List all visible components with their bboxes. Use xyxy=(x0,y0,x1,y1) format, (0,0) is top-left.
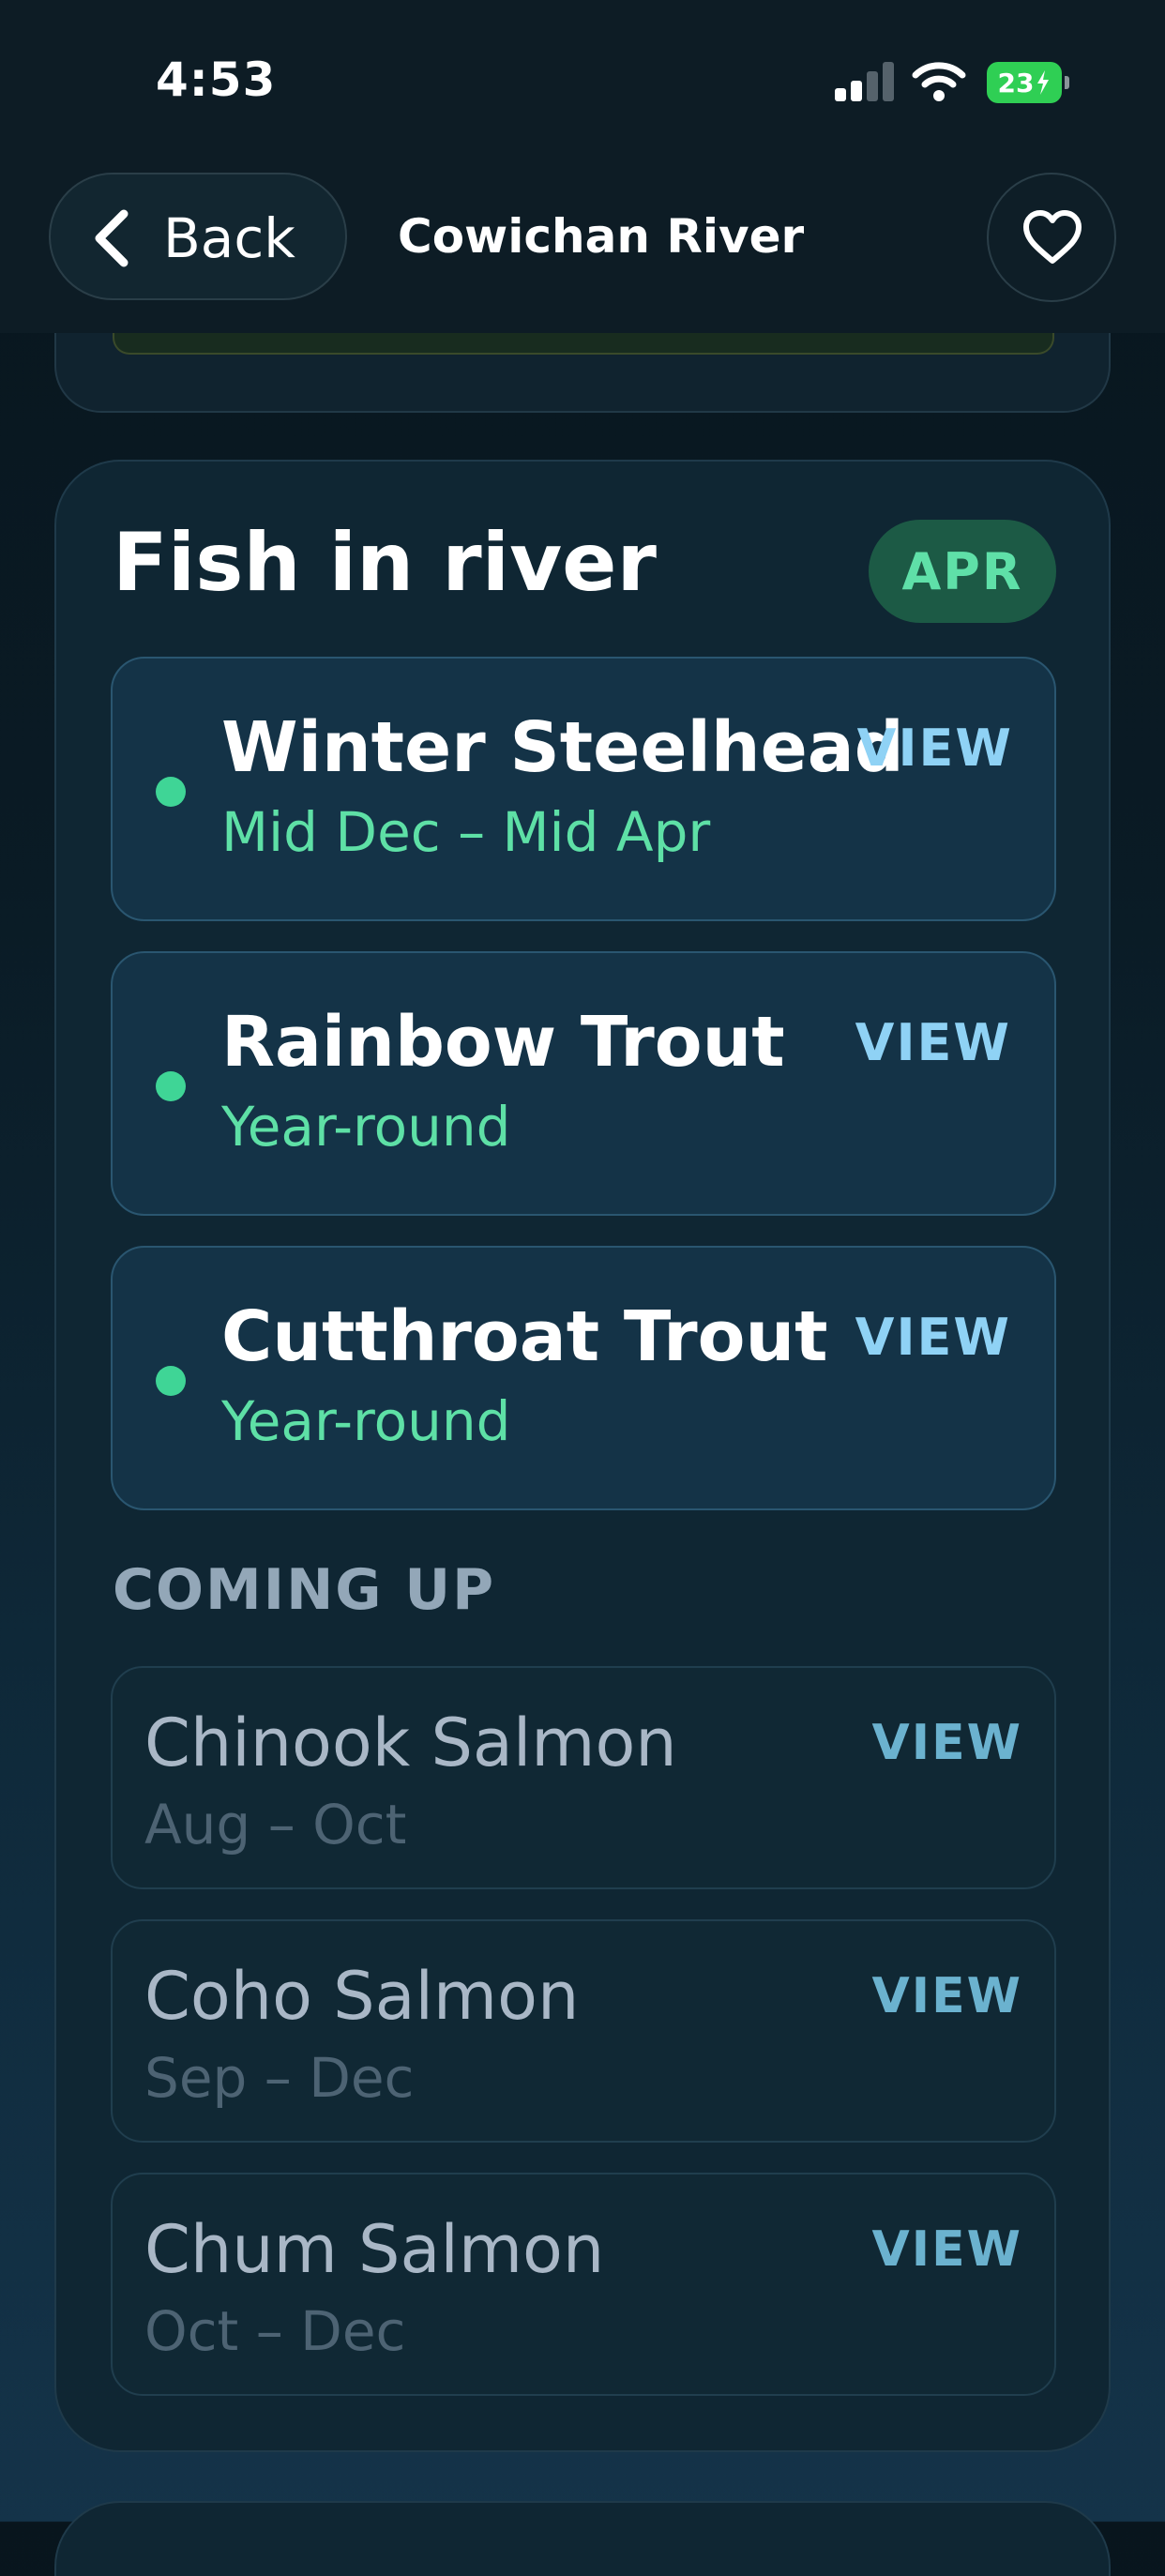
battery-charging-icon: 23 xyxy=(987,62,1069,103)
upcoming-row-chum-salmon[interactable]: Chum Salmon Oct – Dec VIEW xyxy=(111,2173,1056,2396)
fish-name: Chum Salmon xyxy=(144,2211,605,2288)
signal-icon xyxy=(835,62,895,101)
chevron-left-icon xyxy=(95,209,129,267)
fish-name: Chinook Salmon xyxy=(144,1705,677,1781)
fish-name: Winter Steelhead xyxy=(221,707,904,788)
status-time: 4:53 xyxy=(156,53,277,107)
view-button[interactable]: VIEW xyxy=(855,1013,1011,1073)
wifi-icon xyxy=(912,62,966,101)
fish-season: Oct – Dec xyxy=(144,2299,406,2363)
fish-season: Year-round xyxy=(221,1389,511,1453)
back-label: Back xyxy=(163,206,295,270)
fish-name: Coho Salmon xyxy=(144,1958,580,2035)
fish-name: Rainbow Trout xyxy=(221,1002,785,1083)
next-section-card xyxy=(54,2501,1111,2576)
month-badge: APR xyxy=(869,520,1056,623)
in-season-dot-icon xyxy=(156,777,186,807)
coming-up-heading: COMING UP xyxy=(113,1557,496,1623)
navigation-header: 4:53 23 Back Cowichan River xyxy=(0,0,1165,333)
page-title: Cowichan River xyxy=(398,209,805,264)
fish-row-winter-steelhead[interactable]: Winter Steelhead Mid Dec – Mid Apr VIEW xyxy=(111,657,1056,921)
fish-name: Cutthroat Trout xyxy=(221,1296,828,1377)
heart-icon xyxy=(1023,210,1082,264)
view-button[interactable]: VIEW xyxy=(872,1713,1022,1773)
fish-row-cutthroat-trout[interactable]: Cutthroat Trout Year-round VIEW xyxy=(111,1246,1056,1510)
favorite-button[interactable] xyxy=(987,173,1116,302)
fish-season: Aug – Oct xyxy=(144,1793,407,1856)
upcoming-row-coho-salmon[interactable]: Coho Salmon Sep – Dec VIEW xyxy=(111,1919,1056,2143)
view-button[interactable]: VIEW xyxy=(872,1966,1022,2026)
fish-row-rainbow-trout[interactable]: Rainbow Trout Year-round VIEW xyxy=(111,951,1056,1216)
fish-season: Mid Dec – Mid Apr xyxy=(221,800,711,864)
fish-season: Sep – Dec xyxy=(144,2046,415,2110)
back-button[interactable]: Back xyxy=(49,173,347,300)
upcoming-row-chinook-salmon[interactable]: Chinook Salmon Aug – Oct VIEW xyxy=(111,1666,1056,1889)
section-title: Fish in river xyxy=(113,516,657,610)
fish-in-river-card: Fish in river APR Winter Steelhead Mid D… xyxy=(54,460,1111,2452)
in-season-dot-icon xyxy=(156,1366,186,1396)
view-button[interactable]: VIEW xyxy=(857,719,1013,779)
view-button[interactable]: VIEW xyxy=(855,1308,1011,1368)
in-season-dot-icon xyxy=(156,1071,186,1101)
view-button[interactable]: VIEW xyxy=(872,2220,1022,2280)
battery-level: 23 xyxy=(997,67,1035,98)
fish-season: Year-round xyxy=(221,1095,511,1159)
